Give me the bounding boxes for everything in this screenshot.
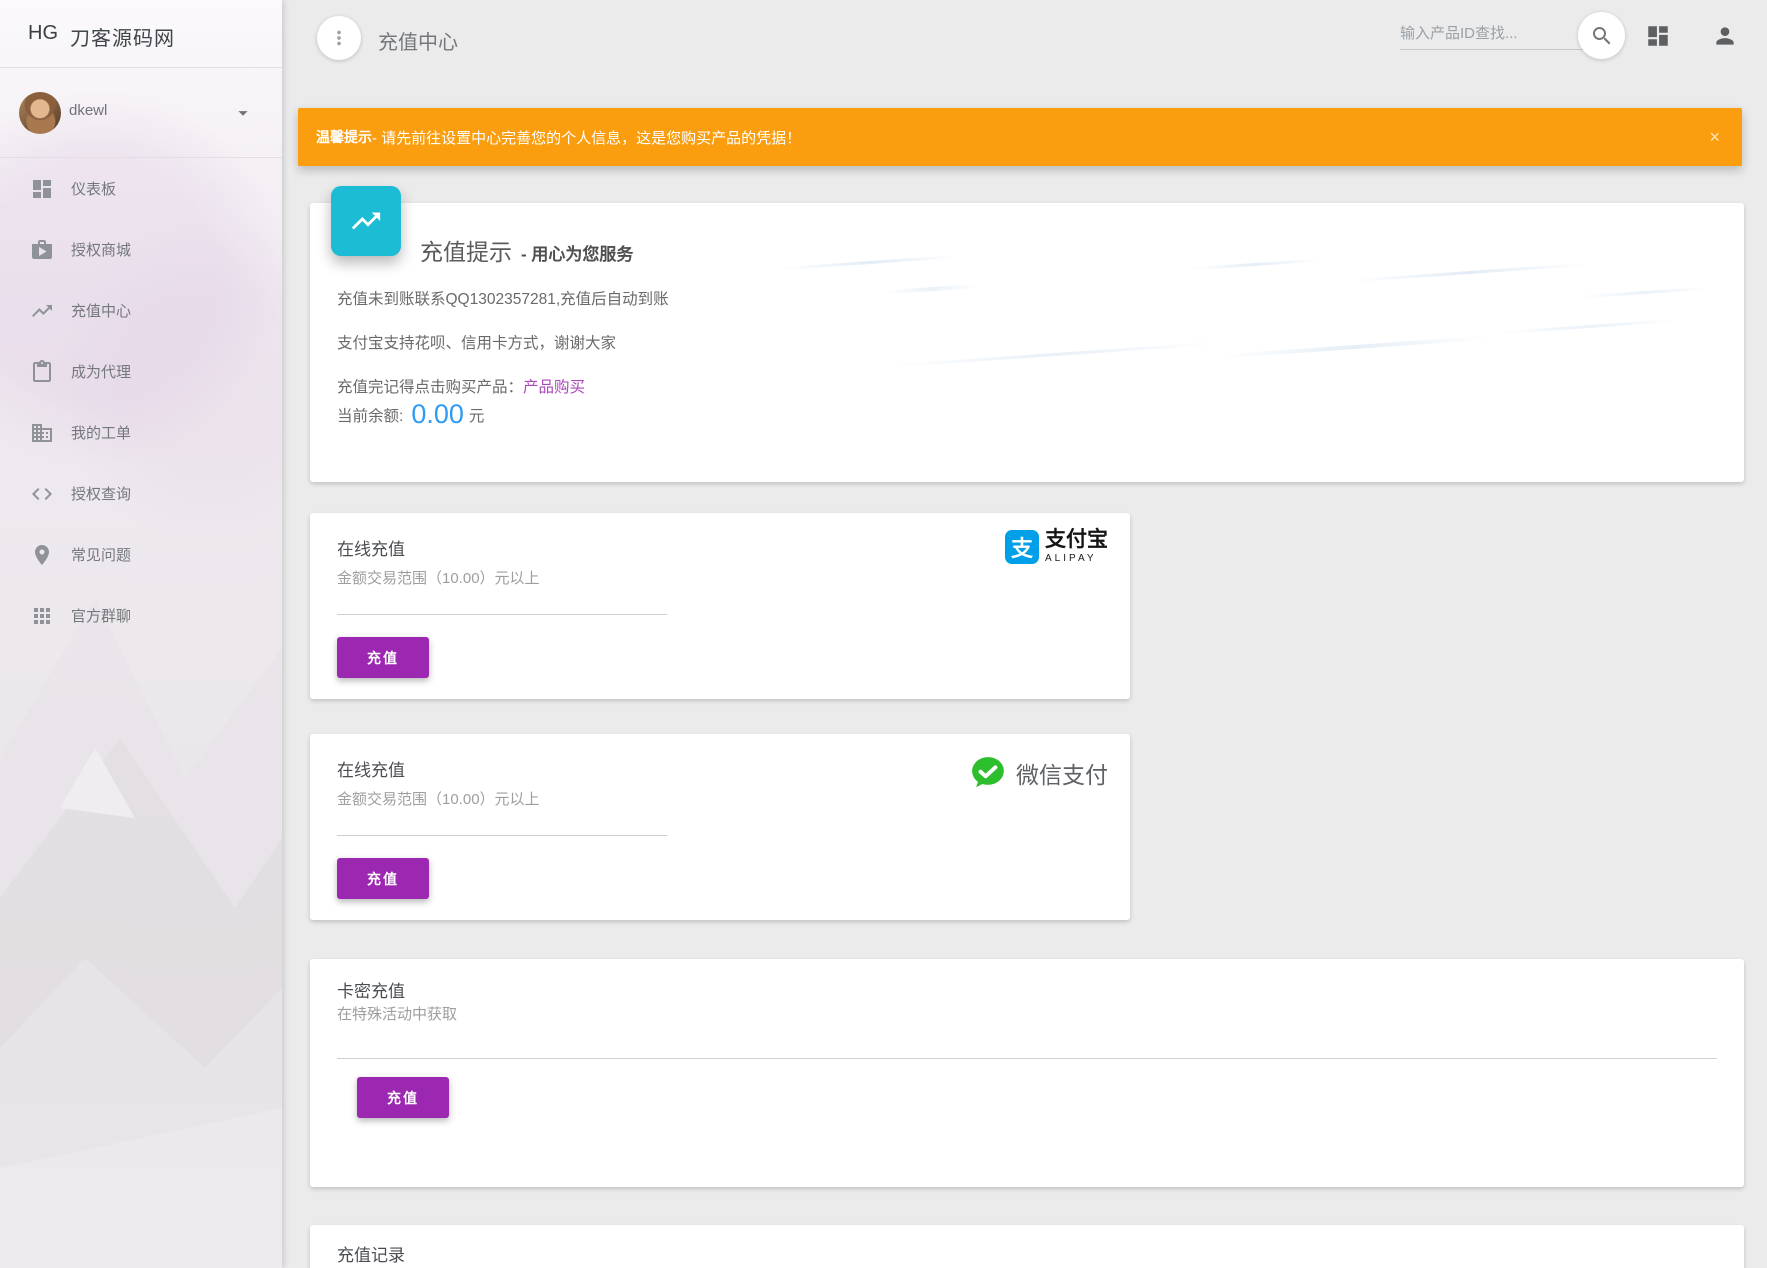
banner-close-icon[interactable]: × (1705, 124, 1724, 150)
cardkey-input[interactable] (337, 1033, 1717, 1059)
decor-streak (1500, 319, 1680, 335)
alipay-recharge-button[interactable]: 充值 (337, 637, 429, 678)
sidebar-item-label: 我的工单 (71, 422, 131, 443)
tip-card-badge (331, 186, 401, 256)
sidebar-item-label: 常见问题 (71, 544, 131, 565)
decor-streak (1190, 258, 1320, 270)
tip-card-subtitle: - 用心为您服务 (521, 240, 633, 265)
trending-up-icon (349, 204, 383, 238)
recharge-tip-card: 充值提示 - 用心为您服务 充值未到账联系QQ1302357281,充值后自动到… (310, 203, 1744, 482)
username: dkewl (69, 102, 107, 119)
wechat-card-subtitle: 金额交易范围（10.00）元以上 (337, 788, 540, 809)
apps-grid-icon (30, 604, 54, 628)
decor-streak (1350, 263, 1590, 283)
alipay-logo-name: 支付宝 (1045, 529, 1108, 550)
alipay-card-title: 在线充值 (337, 535, 405, 560)
search-button[interactable] (1578, 12, 1625, 59)
wechat-recharge-button[interactable]: 充值 (337, 858, 429, 899)
building-icon (30, 421, 54, 445)
sidebar-item-recharge-center[interactable]: 充值中心 (0, 280, 282, 341)
alipay-amount-input[interactable] (337, 589, 667, 615)
sidebar-item-label: 充值中心 (71, 300, 131, 321)
brand-name: 刀客源码网 (70, 22, 175, 51)
notice-banner: 温馨提示 - 请先前往设置中心完善您的个人信息，这是您购买产品的凭据！ × (298, 108, 1742, 166)
sidebar: HG 刀客源码网 dkewl 仪表板 授权商城 充值中心 (0, 0, 282, 1268)
sidebar-item-label: 授权商城 (71, 239, 131, 260)
banner-bold-text: 温馨提示 (316, 127, 372, 147)
page-title: 充值中心 (378, 26, 458, 55)
tip-line-buy: 充值完记得点击购买产品：产品购买 (337, 375, 585, 397)
sidebar-item-official-chat[interactable]: 官方群聊 (0, 585, 282, 646)
banner-text: - 请先前往设置中心完善您的个人信息，这是您购买产品的凭据！ (372, 127, 801, 148)
user-avatar (19, 92, 61, 134)
alipay-icon: 支 (1005, 530, 1039, 564)
decor-streak (1580, 286, 1710, 298)
alipay-recharge-card: 在线充值 金额交易范围（10.00）元以上 充值 支 支付宝 ALIPAY (310, 513, 1130, 699)
tip-line-contact: 充值未到账联系QQ1302357281,充值后自动到账 (337, 287, 669, 309)
clipboard-icon (30, 360, 54, 384)
sidebar-item-become-agent[interactable]: 成为代理 (0, 341, 282, 402)
cardkey-card-subtitle: 在特殊活动中获取 (337, 1003, 457, 1024)
sidebar-menu: 仪表板 授权商城 充值中心 成为代理 我的工单 授权查询 (0, 158, 282, 646)
wechat-pay-logo: 微信支付 (969, 754, 1108, 792)
balance-unit: 元 (469, 404, 485, 426)
account-button[interactable] (1712, 23, 1738, 49)
map-pin-icon (30, 543, 54, 567)
sidebar-item-label: 仪表板 (71, 178, 116, 199)
apps-launcher-button[interactable] (1645, 23, 1671, 49)
tip-card-title-row: 充值提示 - 用心为您服务 (420, 233, 633, 267)
sidebar-item-faq[interactable]: 常见问题 (0, 524, 282, 585)
menu-kebab-button[interactable] (317, 16, 361, 60)
sidebar-item-my-tickets[interactable]: 我的工单 (0, 402, 282, 463)
wechat-icon (969, 754, 1007, 792)
chevron-down-icon (232, 102, 254, 124)
wechat-amount-input[interactable] (337, 810, 667, 836)
cardkey-card-title: 卡密充值 (337, 977, 405, 1002)
sidebar-item-label: 成为代理 (71, 361, 131, 382)
alipay-logo-latin: ALIPAY (1045, 553, 1108, 564)
sidebar-item-dashboard[interactable]: 仪表板 (0, 158, 282, 219)
balance-row: 当前余额: 0.00 元 (337, 399, 484, 430)
shop-icon (30, 238, 54, 262)
tip-line-buy-prefix: 充值完记得点击购买产品： (337, 379, 523, 396)
dashboard-icon (30, 177, 54, 201)
user-dropdown[interactable]: dkewl (0, 68, 282, 158)
decor-streak (780, 255, 960, 271)
alipay-card-subtitle: 金额交易范围（10.00）元以上 (337, 567, 540, 588)
product-buy-link[interactable]: 产品购买 (523, 379, 585, 396)
recharge-records-card: 充值记录 (310, 1225, 1744, 1268)
sidebar-item-auth-shop[interactable]: 授权商城 (0, 219, 282, 280)
decor-streak (885, 284, 980, 295)
alipay-logo: 支 支付宝 ALIPAY (1005, 529, 1108, 564)
tip-card-title: 充值提示 (420, 233, 512, 267)
app-logo: HG (28, 22, 58, 45)
cardkey-recharge-card: 卡密充值 在特殊活动中获取 充值 (310, 959, 1744, 1187)
tip-line-alipay-support: 支付宝支持花呗、信用卡方式，谢谢大家 (337, 331, 616, 353)
decor-streak (890, 341, 1219, 367)
cardkey-recharge-button[interactable]: 充值 (357, 1077, 449, 1118)
decor-streak (1220, 336, 1490, 359)
search-input[interactable] (1400, 18, 1588, 50)
sidebar-header: HG 刀客源码网 (0, 0, 282, 68)
more-vert-icon (328, 27, 350, 49)
balance-value: 0.00 (411, 399, 464, 430)
code-icon (30, 482, 54, 506)
records-card-title: 充值记录 (337, 1241, 405, 1266)
wechat-recharge-card: 在线充值 金额交易范围（10.00）元以上 充值 微信支付 (310, 734, 1130, 920)
sidebar-item-label: 授权查询 (71, 483, 131, 504)
wechat-card-title: 在线充值 (337, 756, 405, 781)
wechat-logo-text: 微信支付 (1016, 756, 1108, 790)
balance-label: 当前余额: (337, 404, 403, 426)
sidebar-item-auth-query[interactable]: 授权查询 (0, 463, 282, 524)
sidebar-item-label: 官方群聊 (71, 605, 131, 626)
trending-up-icon (30, 299, 54, 323)
search-icon (1590, 24, 1614, 48)
recharge-center-page: HG 刀客源码网 dkewl 仪表板 授权商城 充值中心 (0, 0, 1767, 1268)
alipay-logo-text: 支付宝 ALIPAY (1045, 529, 1108, 564)
